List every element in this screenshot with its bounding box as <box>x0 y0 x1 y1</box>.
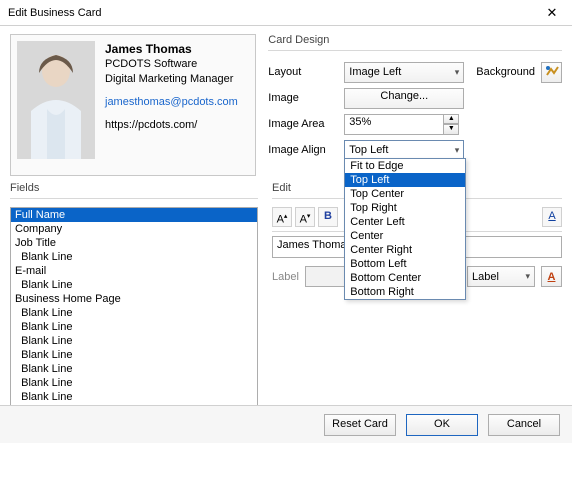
chevron-down-icon: ▾ <box>455 67 460 78</box>
dropdown-option[interactable]: Bottom Left <box>345 257 465 271</box>
spinner-up-icon[interactable]: ▲ <box>443 114 459 125</box>
image-align-label: Image Align <box>268 144 338 156</box>
reset-card-button[interactable]: Reset Card <box>324 414 396 436</box>
image-area-value[interactable]: 35% <box>344 114 444 135</box>
fields-listbox[interactable]: Full NameCompanyJob Title Blank LineE-ma… <box>10 207 258 407</box>
font-color-button[interactable]: A <box>542 207 562 227</box>
dialog-footer: Reset Card OK Cancel <box>0 405 572 443</box>
card-preview: James Thomas PCDOTS Software Digital Mar… <box>10 34 256 176</box>
dropdown-option[interactable]: Fit to Edge <box>345 159 465 173</box>
background-color-button[interactable] <box>541 62 562 83</box>
label-caption: Label <box>272 271 299 283</box>
card-design-label: Card Design <box>268 34 562 46</box>
list-item[interactable]: Blank Line <box>11 348 257 362</box>
label-position-value: Label <box>472 271 499 283</box>
layout-label: Layout <box>268 66 338 78</box>
cancel-button[interactable]: Cancel <box>488 414 560 436</box>
dropdown-option[interactable]: Center <box>345 229 465 243</box>
dropdown-option[interactable]: Top Center <box>345 187 465 201</box>
chevron-down-icon: ▾ <box>525 271 530 282</box>
list-item[interactable]: Job Title <box>11 236 257 250</box>
label-color-button[interactable]: A <box>541 266 562 287</box>
fields-label: Fields <box>10 182 258 194</box>
list-item[interactable]: Blank Line <box>11 376 257 390</box>
close-icon[interactable]: ✕ <box>538 5 566 21</box>
image-area-spinner[interactable]: 35% ▲ ▼ <box>344 114 459 135</box>
card-name: James Thomas <box>105 41 238 57</box>
card-email: jamesthomas@pcdots.com <box>105 95 238 110</box>
background-label: Background <box>476 66 535 78</box>
increase-font-button[interactable]: A▴ <box>272 207 292 227</box>
dialog-title: Edit Business Card <box>8 7 538 19</box>
list-item[interactable]: Blank Line <box>11 390 257 404</box>
decrease-font-button[interactable]: A▾ <box>295 207 315 227</box>
image-align-dropdown[interactable]: Fit to EdgeTop LeftTop CenterTop RightCe… <box>344 158 466 300</box>
list-item[interactable]: Blank Line <box>11 306 257 320</box>
dropdown-option[interactable]: Bottom Center <box>345 271 465 285</box>
image-label: Image <box>268 92 338 104</box>
list-item[interactable]: Blank Line <box>11 362 257 376</box>
ok-button[interactable]: OK <box>406 414 478 436</box>
layout-value: Image Left <box>349 66 401 78</box>
title-bar: Edit Business Card ✕ <box>0 0 572 26</box>
image-area-label: Image Area <box>268 118 338 130</box>
list-item[interactable]: Full Name <box>11 208 257 222</box>
spinner-down-icon[interactable]: ▼ <box>443 124 459 135</box>
card-url: https://pcdots.com/ <box>105 118 238 133</box>
label-position-select[interactable]: Label ▾ <box>467 266 535 287</box>
card-jobtitle: Digital Marketing Manager <box>105 72 238 87</box>
dropdown-option[interactable]: Top Right <box>345 201 465 215</box>
image-align-value: Top Left <box>349 144 388 156</box>
list-item[interactable]: Blank Line <box>11 278 257 292</box>
list-item[interactable]: Blank Line <box>11 250 257 264</box>
bold-button[interactable]: B <box>318 207 338 227</box>
list-item[interactable]: Blank Line <box>11 320 257 334</box>
chevron-down-icon: ▾ <box>455 145 460 156</box>
list-item[interactable]: E-mail <box>11 264 257 278</box>
list-item[interactable]: Business Home Page <box>11 292 257 306</box>
contact-photo <box>17 41 95 159</box>
dropdown-option[interactable]: Bottom Right <box>345 285 465 299</box>
dropdown-option[interactable]: Center Left <box>345 215 465 229</box>
list-item[interactable]: Company <box>11 222 257 236</box>
dropdown-option[interactable]: Top Left <box>345 173 465 187</box>
card-company: PCDOTS Software <box>105 57 238 72</box>
dropdown-option[interactable]: Center Right <box>345 243 465 257</box>
list-item[interactable]: Blank Line <box>11 334 257 348</box>
layout-select[interactable]: Image Left ▾ <box>344 62 464 83</box>
change-image-button[interactable]: Change... <box>344 88 464 109</box>
